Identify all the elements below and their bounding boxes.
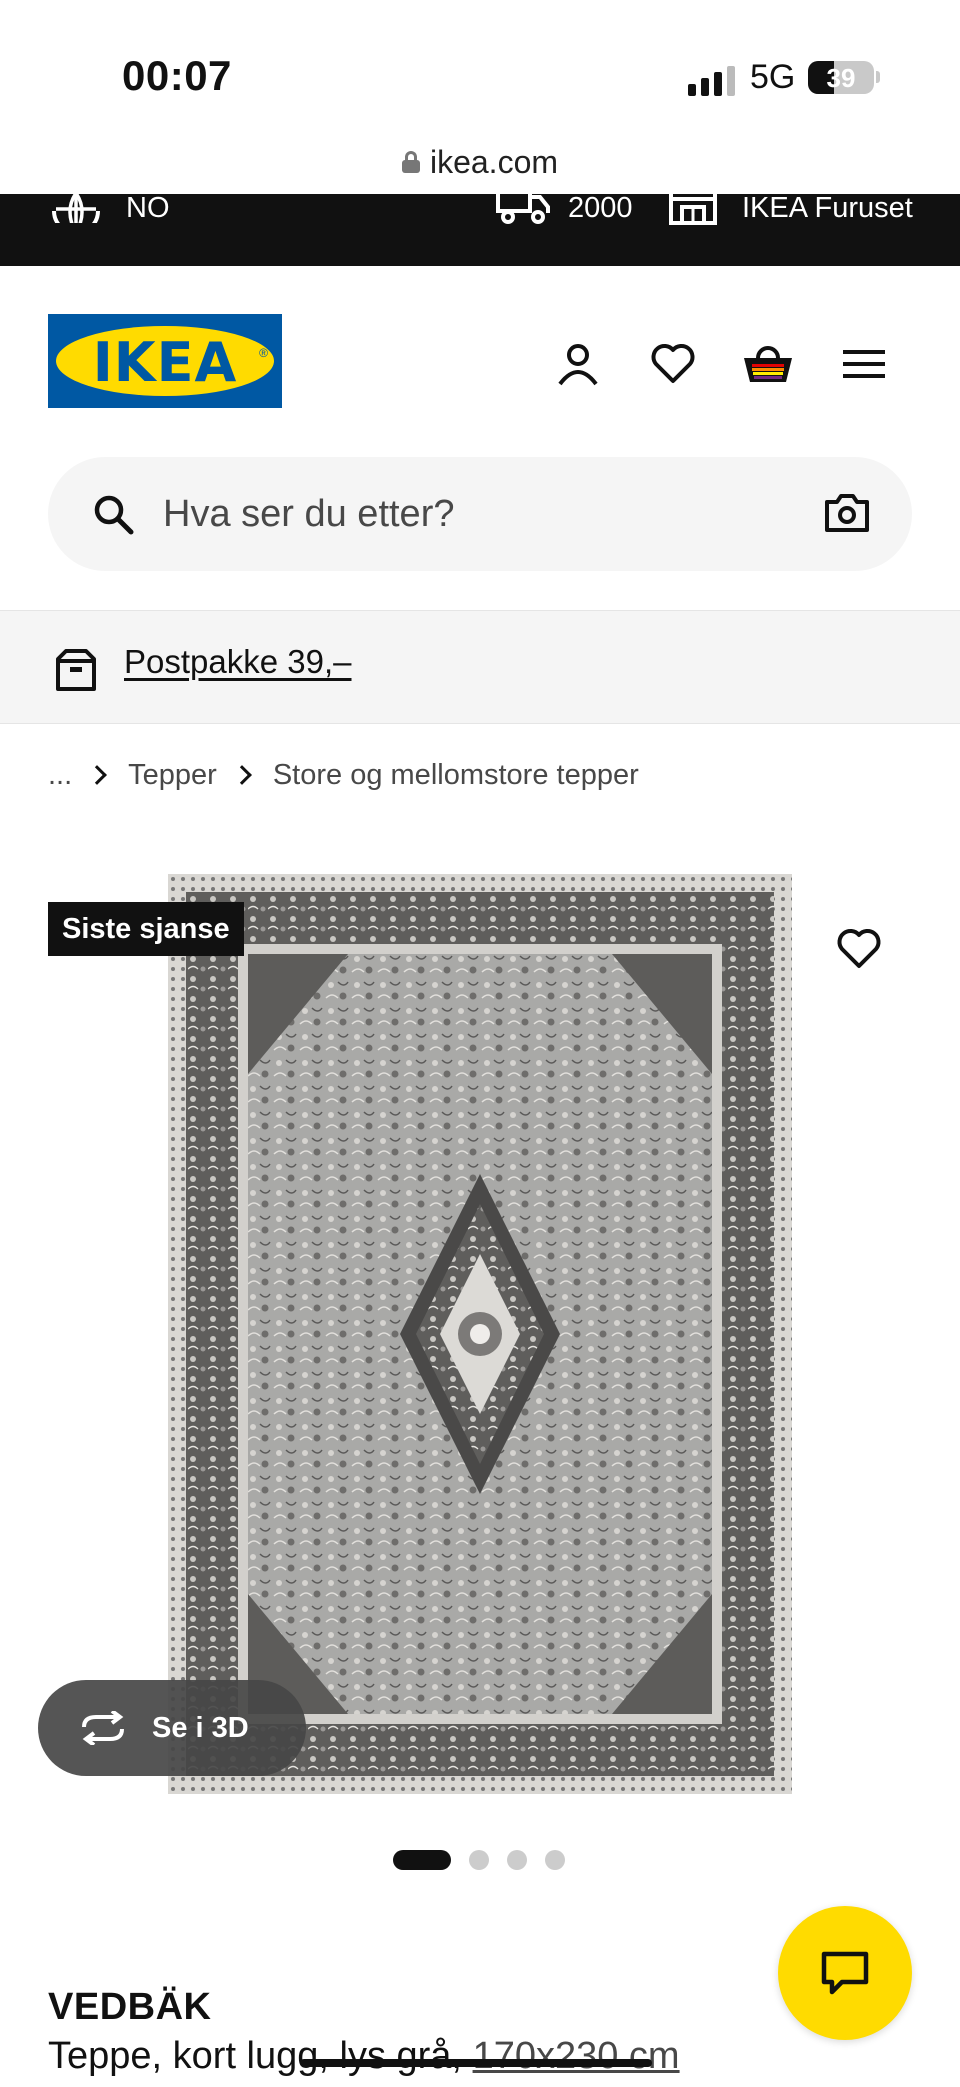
status-bar: 00:07 5G 39: [0, 0, 960, 130]
pager-dot[interactable]: [507, 1850, 527, 1870]
search-icon: [94, 495, 134, 535]
breadcrumb-ellipsis[interactable]: ...: [48, 759, 72, 792]
chat-button[interactable]: [778, 1906, 912, 2040]
pager-dot-active[interactable]: [393, 1850, 451, 1870]
product-description: Teppe, kort lugg, lys grå, 170x230 cm: [48, 2035, 680, 2078]
pager-dot[interactable]: [469, 1850, 489, 1870]
breadcrumb-item-store-tepper[interactable]: Store og mellomstore tepper: [273, 759, 639, 792]
status-time: 00:07: [122, 52, 232, 99]
postcode-text: 2000: [568, 191, 633, 224]
chevron-right-icon: [87, 765, 108, 785]
logo-text: IKEA: [92, 331, 238, 394]
language-selector[interactable]: NO: [52, 191, 170, 224]
promo-banner[interactable]: Postpakke 39,–: [0, 610, 960, 724]
store-selector[interactable]: IKEA Furuset: [668, 191, 913, 225]
lock-icon: [401, 151, 420, 173]
globe-icon: [52, 193, 100, 223]
breadcrumb: ... Tepper Store og mellomstore tepper: [48, 758, 639, 792]
gallery-pager: [393, 1850, 565, 1870]
language-code: NO: [126, 191, 170, 224]
product-image: [168, 874, 792, 1794]
chevron-right-icon: [231, 765, 252, 785]
product-gallery[interactable]: Siste sjanse Se i 3D: [0, 840, 960, 1825]
store-name: IKEA Furuset: [742, 191, 913, 224]
strike-line: [300, 2059, 652, 2067]
store-icon: [669, 191, 717, 225]
top-strip: NO 2000 IKEA Furuset: [0, 191, 960, 266]
pager-dot[interactable]: [545, 1850, 565, 1870]
last-chance-badge: Siste sjanse: [48, 902, 244, 956]
heart-icon[interactable]: [645, 336, 701, 392]
promo-text: Postpakke 39,–: [124, 643, 352, 680]
site-header: IKEA ®: [0, 266, 960, 426]
network-type: 5G: [750, 58, 796, 96]
postcode-selector[interactable]: 2000: [496, 191, 633, 224]
basket-icon[interactable]: [740, 336, 796, 392]
camera-icon[interactable]: [824, 493, 870, 533]
signal-icon: [688, 66, 735, 96]
battery-level: 39: [826, 63, 856, 93]
product-name: VEDBÄK: [48, 1986, 212, 2028]
url-text: ikea.com: [429, 143, 559, 180]
battery-icon: 39: [808, 61, 874, 94]
search-placeholder: Hva ser du etter?: [163, 493, 455, 535]
search-input[interactable]: Hva ser du etter?: [48, 457, 912, 571]
product-type: Teppe, kort lugg, lys grå,: [48, 2035, 462, 2077]
battery-tip: [876, 71, 880, 83]
ikea-logo[interactable]: IKEA ®: [48, 314, 282, 408]
account-icon[interactable]: [550, 336, 606, 392]
heart-icon[interactable]: [836, 928, 882, 970]
parcel-icon: [56, 649, 96, 691]
breadcrumb-item-tepper[interactable]: Tepper: [128, 759, 217, 792]
rotate-icon: [82, 1711, 124, 1745]
url-bar[interactable]: ikea.com: [0, 130, 960, 194]
view-3d-button[interactable]: Se i 3D: [38, 1680, 306, 1776]
chat-icon: [821, 1951, 869, 1995]
view-3d-label: Se i 3D: [152, 1711, 249, 1744]
menu-icon[interactable]: [836, 336, 892, 392]
product-size-link[interactable]: 170x230 cm: [473, 2035, 680, 2077]
truck-icon: [496, 191, 550, 224]
